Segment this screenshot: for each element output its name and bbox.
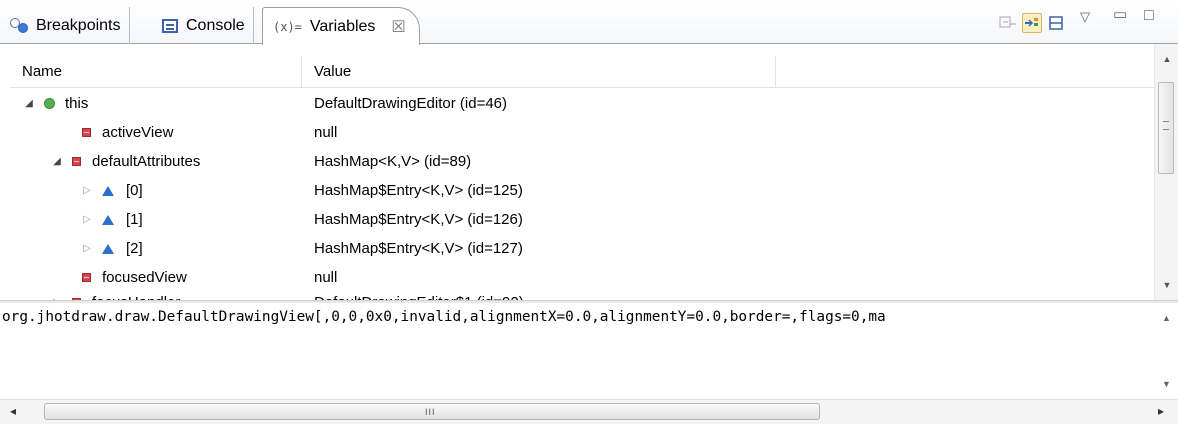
console-icon — [162, 18, 178, 33]
table-row[interactable]: activeView null — [10, 118, 1154, 147]
detail-pane[interactable]: org.jhotdraw.draw.DefaultDrawingView[,0,… — [0, 303, 1155, 399]
scroll-thumb[interactable] — [1158, 82, 1174, 174]
public-field-icon — [44, 98, 55, 109]
private-field-icon — [72, 157, 81, 166]
collapse-toggle-icon[interactable]: ▷ — [82, 243, 92, 254]
column-header-name[interactable]: Name — [10, 56, 302, 87]
column-header-empty — [776, 56, 1154, 87]
column-header-value[interactable]: Value — [302, 56, 776, 87]
entry-icon — [102, 243, 114, 254]
collapse-all-icon[interactable] — [998, 13, 1018, 33]
variable-value: HashMap$Entry<K,V> (id=126) — [314, 211, 523, 228]
scroll-left-icon[interactable]: ◂ — [10, 404, 16, 418]
expand-toggle-icon[interactable]: ◢ — [24, 98, 34, 109]
scroll-up-icon[interactable]: ▲ — [1155, 54, 1178, 64]
vertical-scrollbar[interactable]: ▲ ▼ — [1154, 44, 1178, 300]
tab-breakpoints-label: Breakpoints — [36, 16, 121, 34]
scroll-grip: III — [425, 407, 436, 417]
variable-value: DefaultDrawingEditor (id=46) — [314, 95, 508, 112]
variable-value: null — [314, 124, 338, 141]
close-icon[interactable]: ☒ — [391, 17, 405, 37]
variables-tree-table: Name Value ◢ this DefaultDrawingEditor (… — [0, 44, 1178, 300]
tab-breakpoints[interactable]: Breakpoints — [0, 7, 130, 44]
table-row[interactable]: ◢ defaultAttributes HashMap<K,V> (id=89) — [10, 147, 1154, 176]
scroll-up-icon[interactable]: ▲ — [1155, 313, 1178, 323]
variables-icon: (x)= — [273, 19, 302, 34]
variable-name: defaultAttributes — [92, 153, 201, 170]
table-row[interactable]: ▷ [0] HashMap$Entry<K,V> (id=125) — [10, 176, 1154, 205]
table-header: Name Value — [10, 56, 1154, 88]
scroll-down-icon[interactable]: ▼ — [1155, 379, 1178, 389]
view-menu-icon[interactable]: ▽ — [1080, 9, 1090, 25]
maximize-icon[interactable]: □ — [1144, 7, 1154, 25]
horizontal-scrollbar[interactable]: ◂ III ▸ — [0, 399, 1178, 424]
minimize-icon[interactable]: ▭ — [1113, 5, 1127, 23]
layout-icon[interactable] — [1046, 13, 1066, 33]
variable-name: activeView — [102, 124, 174, 141]
scroll-thumb[interactable]: III — [44, 403, 820, 420]
tab-console-label: Console — [186, 16, 245, 34]
tab-console[interactable]: Console — [152, 7, 254, 44]
variable-name: [2] — [126, 240, 143, 257]
collapse-toggle-icon[interactable]: ▷ — [82, 214, 92, 225]
breakpoints-icon — [10, 17, 28, 34]
detail-text: org.jhotdraw.draw.DefaultDrawingView[,0,… — [2, 309, 886, 325]
table-row[interactable]: ◢ this DefaultDrawingEditor (id=46) — [10, 89, 1154, 118]
private-field-icon — [82, 128, 91, 137]
table-row[interactable]: ▷ [1] HashMap$Entry<K,V> (id=126) — [10, 205, 1154, 234]
scroll-down-icon[interactable]: ▼ — [1155, 280, 1178, 290]
expand-toggle-icon[interactable]: ◢ — [52, 156, 62, 167]
view-tab-bar: Breakpoints Console (x)= Variables ☒ ▽ ▭… — [0, 0, 1178, 45]
collapse-toggle-icon[interactable]: ▷ — [82, 185, 92, 196]
show-logical-structure-icon[interactable] — [1022, 13, 1042, 33]
private-field-icon — [82, 273, 91, 282]
variable-name: [1] — [126, 211, 143, 228]
detail-vertical-scrollbar[interactable]: ▲ ▼ — [1155, 303, 1178, 399]
variable-value: HashMap$Entry<K,V> (id=125) — [314, 182, 523, 199]
entry-icon — [102, 214, 114, 225]
variable-value: DefaultDrawingEditor$1 (id=92) — [314, 288, 524, 300]
table-row[interactable]: ▷ [2] HashMap$Entry<K,V> (id=127) — [10, 234, 1154, 263]
variable-name: this — [65, 95, 89, 112]
variable-name: focusedView — [102, 269, 187, 286]
scroll-right-icon[interactable]: ▸ — [1158, 404, 1164, 418]
variable-value: HashMap<K,V> (id=89) — [314, 153, 472, 170]
table-row[interactable]: ▷ focusHandler DefaultDrawingEditor$1 (i… — [10, 288, 1154, 300]
tab-variables-label: Variables — [309, 17, 376, 35]
entry-icon — [102, 185, 114, 196]
variable-value: HashMap$Entry<K,V> (id=127) — [314, 240, 523, 257]
variable-name: [0] — [126, 182, 143, 199]
tab-variables[interactable]: (x)= Variables ☒ — [262, 7, 420, 45]
